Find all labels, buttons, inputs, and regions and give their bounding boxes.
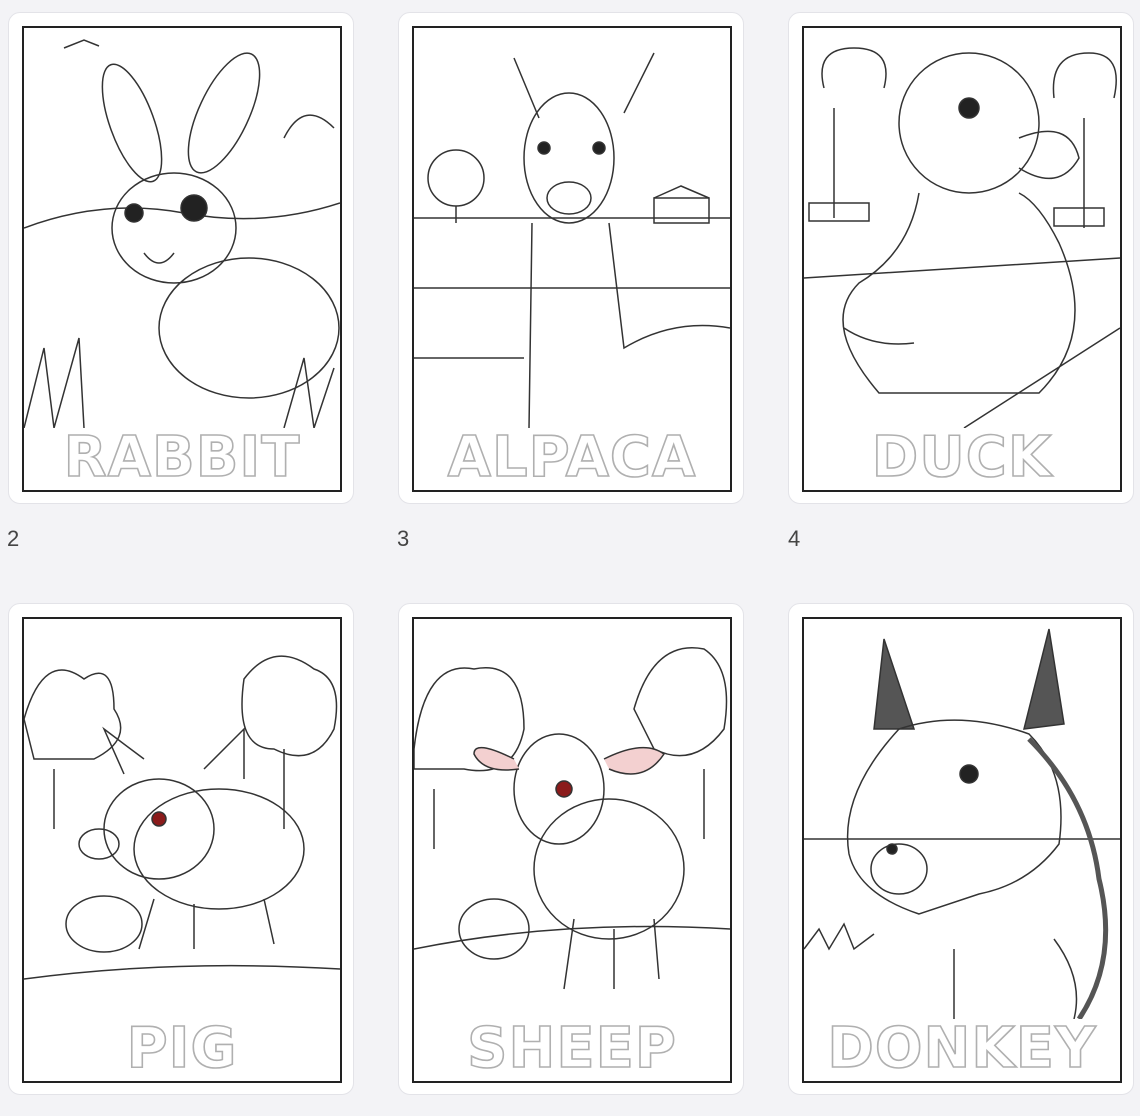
animal-name-outline: DONKEY [827, 1016, 1097, 1081]
sheep-illustration [414, 647, 730, 990]
duck-illustration [804, 47, 1120, 428]
page-number: 3 [397, 526, 410, 551]
coloring-sheet: DONKEY [802, 617, 1122, 1083]
coloring-page-card-alpaca[interactable]: ALPACA [398, 12, 744, 504]
coloring-page-card-donkey[interactable]: DONKEY [788, 603, 1134, 1095]
animal-name-outline: DUCK [871, 425, 1053, 490]
coloring-sheet: RABBIT [22, 26, 342, 492]
animal-name-outline: ALPACA [447, 425, 697, 490]
coloring-sheet: ALPACA [412, 26, 732, 492]
animal-name-outline: PIG [126, 1016, 238, 1081]
donkey-illustration [804, 628, 1120, 1019]
animal-name-outline: SHEEP [466, 1016, 677, 1081]
coloring-sheet: SHEEP [412, 617, 732, 1083]
coloring-page-card-duck[interactable]: DUCK [788, 12, 1134, 504]
page-number: 2 [7, 526, 20, 551]
coloring-page-card-pig[interactable]: PIG [8, 603, 354, 1095]
animal-name-outline: RABBIT [63, 425, 301, 490]
alpaca-illustration [414, 52, 730, 428]
coloring-page-card-sheep[interactable]: SHEEP [398, 603, 744, 1095]
rabbit-illustration [24, 39, 340, 428]
pig-illustration [24, 655, 340, 980]
page-number: 4 [788, 526, 801, 551]
coloring-page-card-rabbit[interactable]: RABBIT [8, 12, 354, 504]
coloring-sheet: PIG [22, 617, 342, 1083]
coloring-sheet: DUCK [802, 26, 1122, 492]
